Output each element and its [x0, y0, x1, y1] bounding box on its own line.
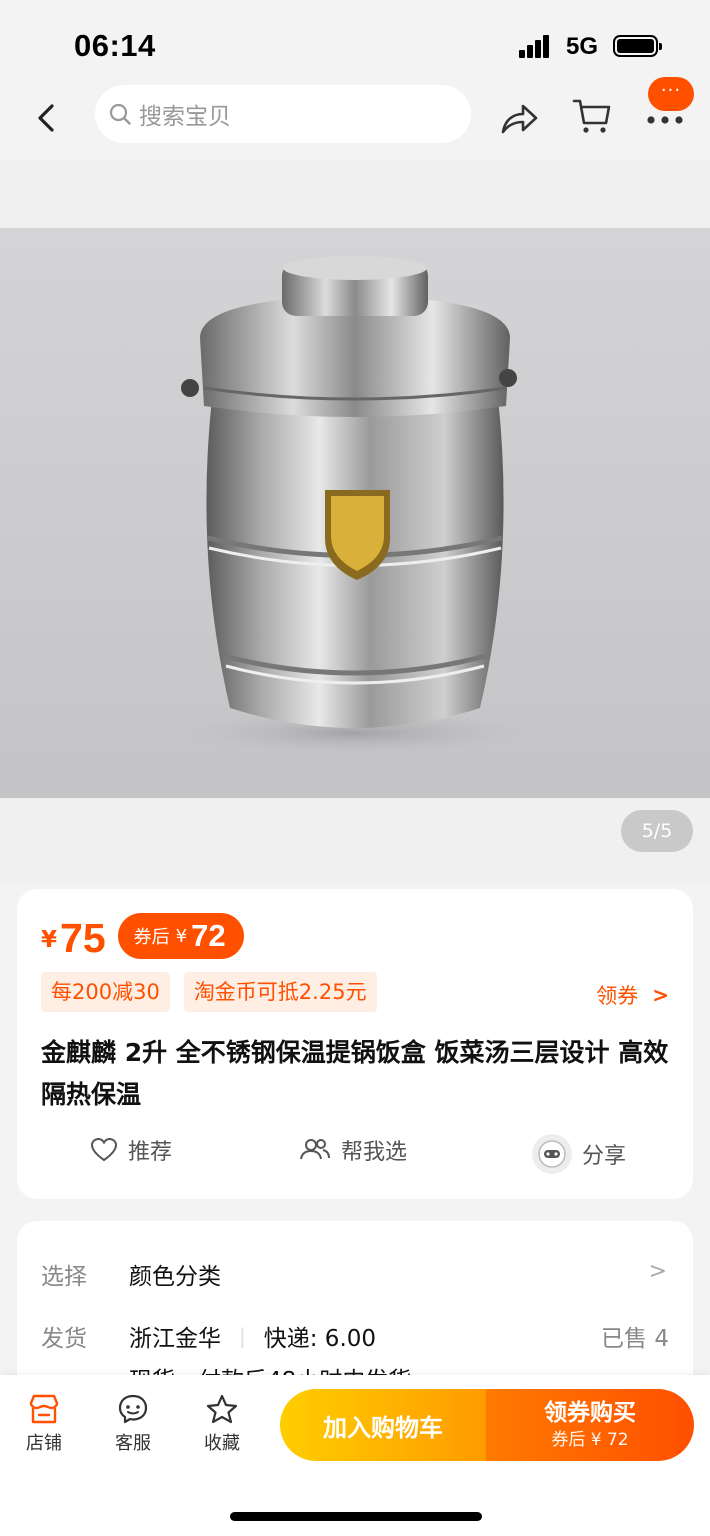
- more-icon: [647, 116, 683, 124]
- top-nav: 搜索宝贝: [0, 80, 710, 160]
- coupon-price-label: 券后: [133, 927, 170, 948]
- price-card: ¥ 75 券后 ¥ 72 每200减30 淘金币可抵2.25元 领券 > 金麒麟…: [17, 889, 693, 1199]
- search-icon: [109, 103, 131, 125]
- service-label: 客服: [115, 1433, 151, 1454]
- product-gallery[interactable]: 5/5: [0, 160, 710, 885]
- sold-count: 已售 4: [601, 1326, 669, 1352]
- get-coupon-label: 领券: [596, 984, 639, 1008]
- price-currency: ¥: [41, 927, 58, 953]
- product-title: 金麒麟 2升 全不锈钢保温提锅饭盒 饭菜汤三层设计 高效隔热保温: [41, 1038, 669, 1109]
- heart-icon: [90, 1137, 118, 1162]
- search-placeholder: 搜索宝贝: [139, 104, 231, 130]
- price-row: ¥ 75 券后 ¥ 72: [41, 911, 244, 961]
- help-choose-button[interactable]: 帮我选: [299, 1134, 407, 1166]
- select-variant-row[interactable]: 选择 颜色分类: [41, 1257, 221, 1291]
- promo-tag-coins[interactable]: 淘金币可抵2.25元: [183, 972, 377, 1012]
- star-icon: [206, 1394, 238, 1424]
- ship-origin: 浙江金华: [129, 1326, 221, 1352]
- divider: |: [239, 1324, 246, 1348]
- ship-key: 发货: [41, 1326, 87, 1352]
- coupon-price-pill[interactable]: 券后 ¥ 72: [117, 913, 244, 959]
- home-indicator[interactable]: [230, 1512, 482, 1521]
- share-friend-button[interactable]: 分享: [532, 1134, 626, 1174]
- promo-tag-discount[interactable]: 每200减30: [41, 972, 170, 1012]
- coupon-price-value: 72: [191, 918, 226, 953]
- service-icon: [118, 1394, 148, 1424]
- price-current: 75: [60, 915, 106, 961]
- share-icon: [501, 104, 538, 134]
- ship-fee: 快递: 6.00: [263, 1326, 377, 1352]
- cart-button[interactable]: [570, 94, 614, 138]
- cart-icon: [572, 99, 611, 133]
- help-choose-label: 帮我选: [341, 1140, 408, 1165]
- buy-sub-label: 券后 ¥ 72: [551, 1430, 629, 1450]
- share-button[interactable]: [497, 96, 541, 140]
- store-label: 店铺: [26, 1433, 62, 1454]
- favorite-button[interactable]: 收藏: [192, 1393, 252, 1455]
- action-row: 推荐 帮我选 分享: [17, 1134, 693, 1174]
- get-coupon-link[interactable]: 领券 >: [596, 980, 669, 1010]
- back-arrow-icon: [38, 104, 54, 132]
- status-time: 06:14: [74, 28, 156, 63]
- coupon-price-currency: ¥: [175, 925, 188, 947]
- image-page-counter: 5/5: [621, 810, 693, 852]
- back-button[interactable]: [30, 98, 62, 138]
- product-photo[interactable]: [0, 228, 710, 798]
- select-key: 选择: [41, 1264, 87, 1290]
- recommend-label: 推荐: [128, 1140, 173, 1165]
- search-input[interactable]: 搜索宝贝: [95, 85, 471, 143]
- select-value: 颜色分类: [129, 1264, 221, 1290]
- store-icon: [29, 1394, 59, 1424]
- favorite-label: 收藏: [204, 1433, 240, 1454]
- mascot-avatar-icon: [532, 1134, 572, 1174]
- customer-service-button[interactable]: 客服: [103, 1393, 163, 1455]
- recommend-button[interactable]: 推荐: [90, 1134, 172, 1166]
- purchase-buttons: 加入购物车 领券购买 券后 ¥ 72: [280, 1389, 694, 1461]
- shipping-row[interactable]: 发货 浙江金华 | 快递: 6.00: [41, 1319, 376, 1353]
- people-icon: [300, 1139, 330, 1160]
- buy-main-label: 领券购买: [544, 1400, 636, 1426]
- add-to-cart-button[interactable]: 加入购物车: [280, 1389, 486, 1461]
- store-button[interactable]: 店铺: [14, 1393, 74, 1455]
- promo-row: 每200减30 淘金币可抵2.25元: [41, 972, 391, 1012]
- share-label: 分享: [582, 1144, 627, 1169]
- chevron-right-icon: >: [648, 1259, 667, 1284]
- battery-icon: [613, 35, 662, 57]
- status-bar: 06:14 5G: [0, 0, 710, 80]
- chevron-right-icon: >: [652, 983, 669, 1007]
- network-label: 5G: [566, 33, 599, 60]
- food-jar-image: [165, 256, 545, 757]
- message-badge[interactable]: ···: [648, 77, 694, 111]
- signal-icon: [519, 34, 557, 58]
- coupon-buy-button[interactable]: 领券购买 券后 ¥ 72: [486, 1389, 694, 1461]
